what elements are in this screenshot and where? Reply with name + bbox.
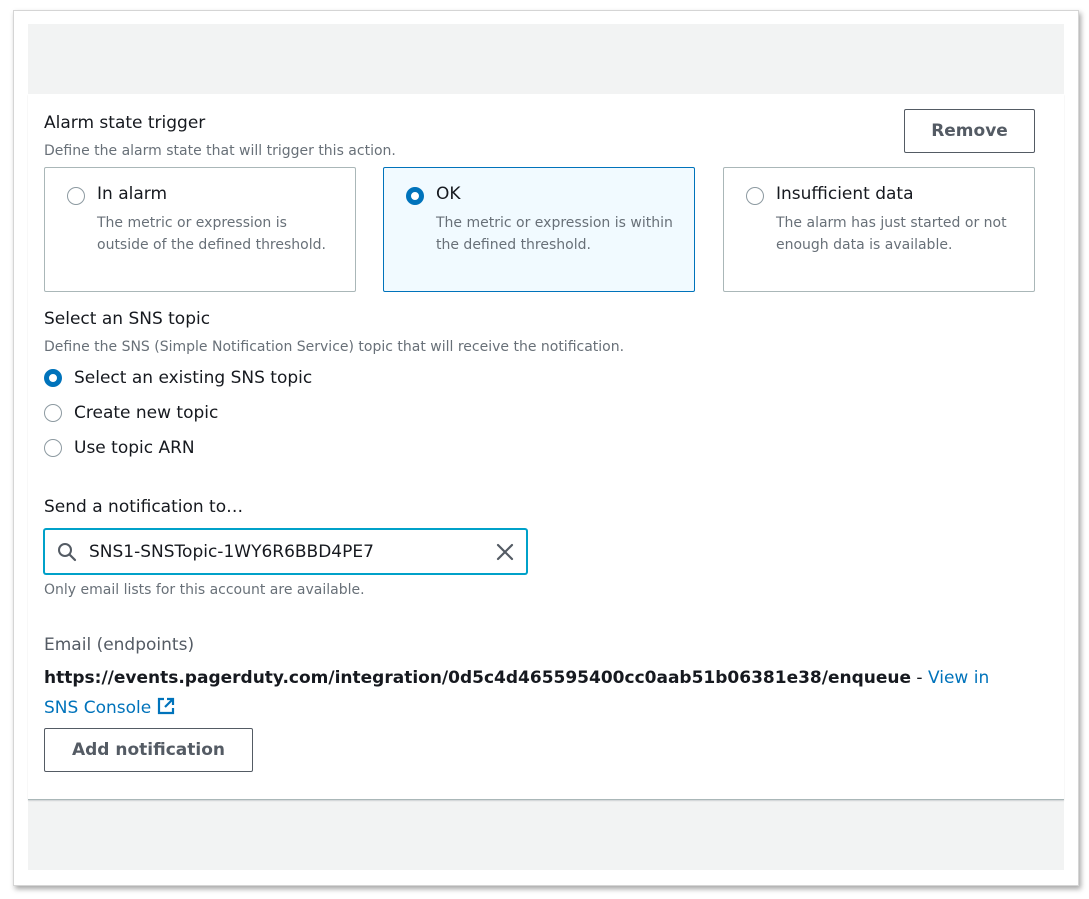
radio-insufficient-data[interactable]	[746, 187, 764, 205]
endpoint-url: https://events.pagerduty.com/integration…	[44, 668, 912, 688]
radio-topic-arn[interactable]	[44, 439, 62, 457]
sns-topic-title: Select an SNS topic	[44, 309, 211, 329]
option-topic-arn[interactable]: Use topic ARN	[44, 436, 195, 460]
notification-hint: Only email lists for this account are av…	[44, 582, 365, 598]
tile-in-alarm[interactable]: In alarm The metric or expression is out…	[44, 167, 356, 292]
close-icon[interactable]	[494, 541, 516, 567]
endpoint-line: https://events.pagerduty.com/integration…	[44, 663, 1024, 723]
tile-title: In alarm	[97, 184, 168, 204]
tile-description: The alarm has just started or not enough…	[776, 215, 1007, 253]
radio-create-new-topic[interactable]	[44, 404, 62, 422]
option-label: Use topic ARN	[74, 438, 195, 458]
alarm-state-description: Define the alarm state that will trigger…	[44, 143, 396, 159]
search-icon	[57, 542, 77, 566]
tile-description: The metric or expression is outside of t…	[97, 215, 326, 253]
tile-insufficient-data[interactable]: Insufficient data The alarm has just sta…	[723, 167, 1035, 292]
bottom-band	[28, 800, 1064, 870]
external-link-icon	[157, 697, 175, 718]
sns-topic-description: Define the SNS (Simple Notification Serv…	[44, 339, 625, 355]
option-label: Select an existing SNS topic	[74, 368, 313, 388]
tile-ok[interactable]: OK The metric or expression is within th…	[383, 167, 695, 292]
option-create-new-topic[interactable]: Create new topic	[44, 401, 218, 425]
alarm-state-title: Alarm state trigger	[44, 113, 206, 133]
radio-in-alarm[interactable]	[67, 187, 85, 205]
top-band	[28, 24, 1064, 94]
endpoints-label: Email (endpoints)	[44, 635, 195, 655]
add-notification-button[interactable]: Add notification	[44, 728, 253, 772]
endpoint-separator: -	[911, 668, 928, 688]
tile-title: OK	[436, 184, 461, 204]
tile-description: The metric or expression is within the d…	[436, 215, 673, 253]
notification-title: Send a notification to…	[44, 497, 244, 517]
topic-search-field[interactable]	[44, 529, 527, 574]
option-existing-topic[interactable]: Select an existing SNS topic	[44, 366, 312, 390]
radio-ok[interactable]	[406, 187, 424, 205]
radio-existing-topic[interactable]	[44, 369, 62, 387]
tile-title: Insufficient data	[776, 184, 914, 204]
option-label: Create new topic	[74, 403, 219, 423]
remove-button[interactable]: Remove	[904, 109, 1035, 153]
topic-search-input[interactable]	[89, 539, 479, 565]
